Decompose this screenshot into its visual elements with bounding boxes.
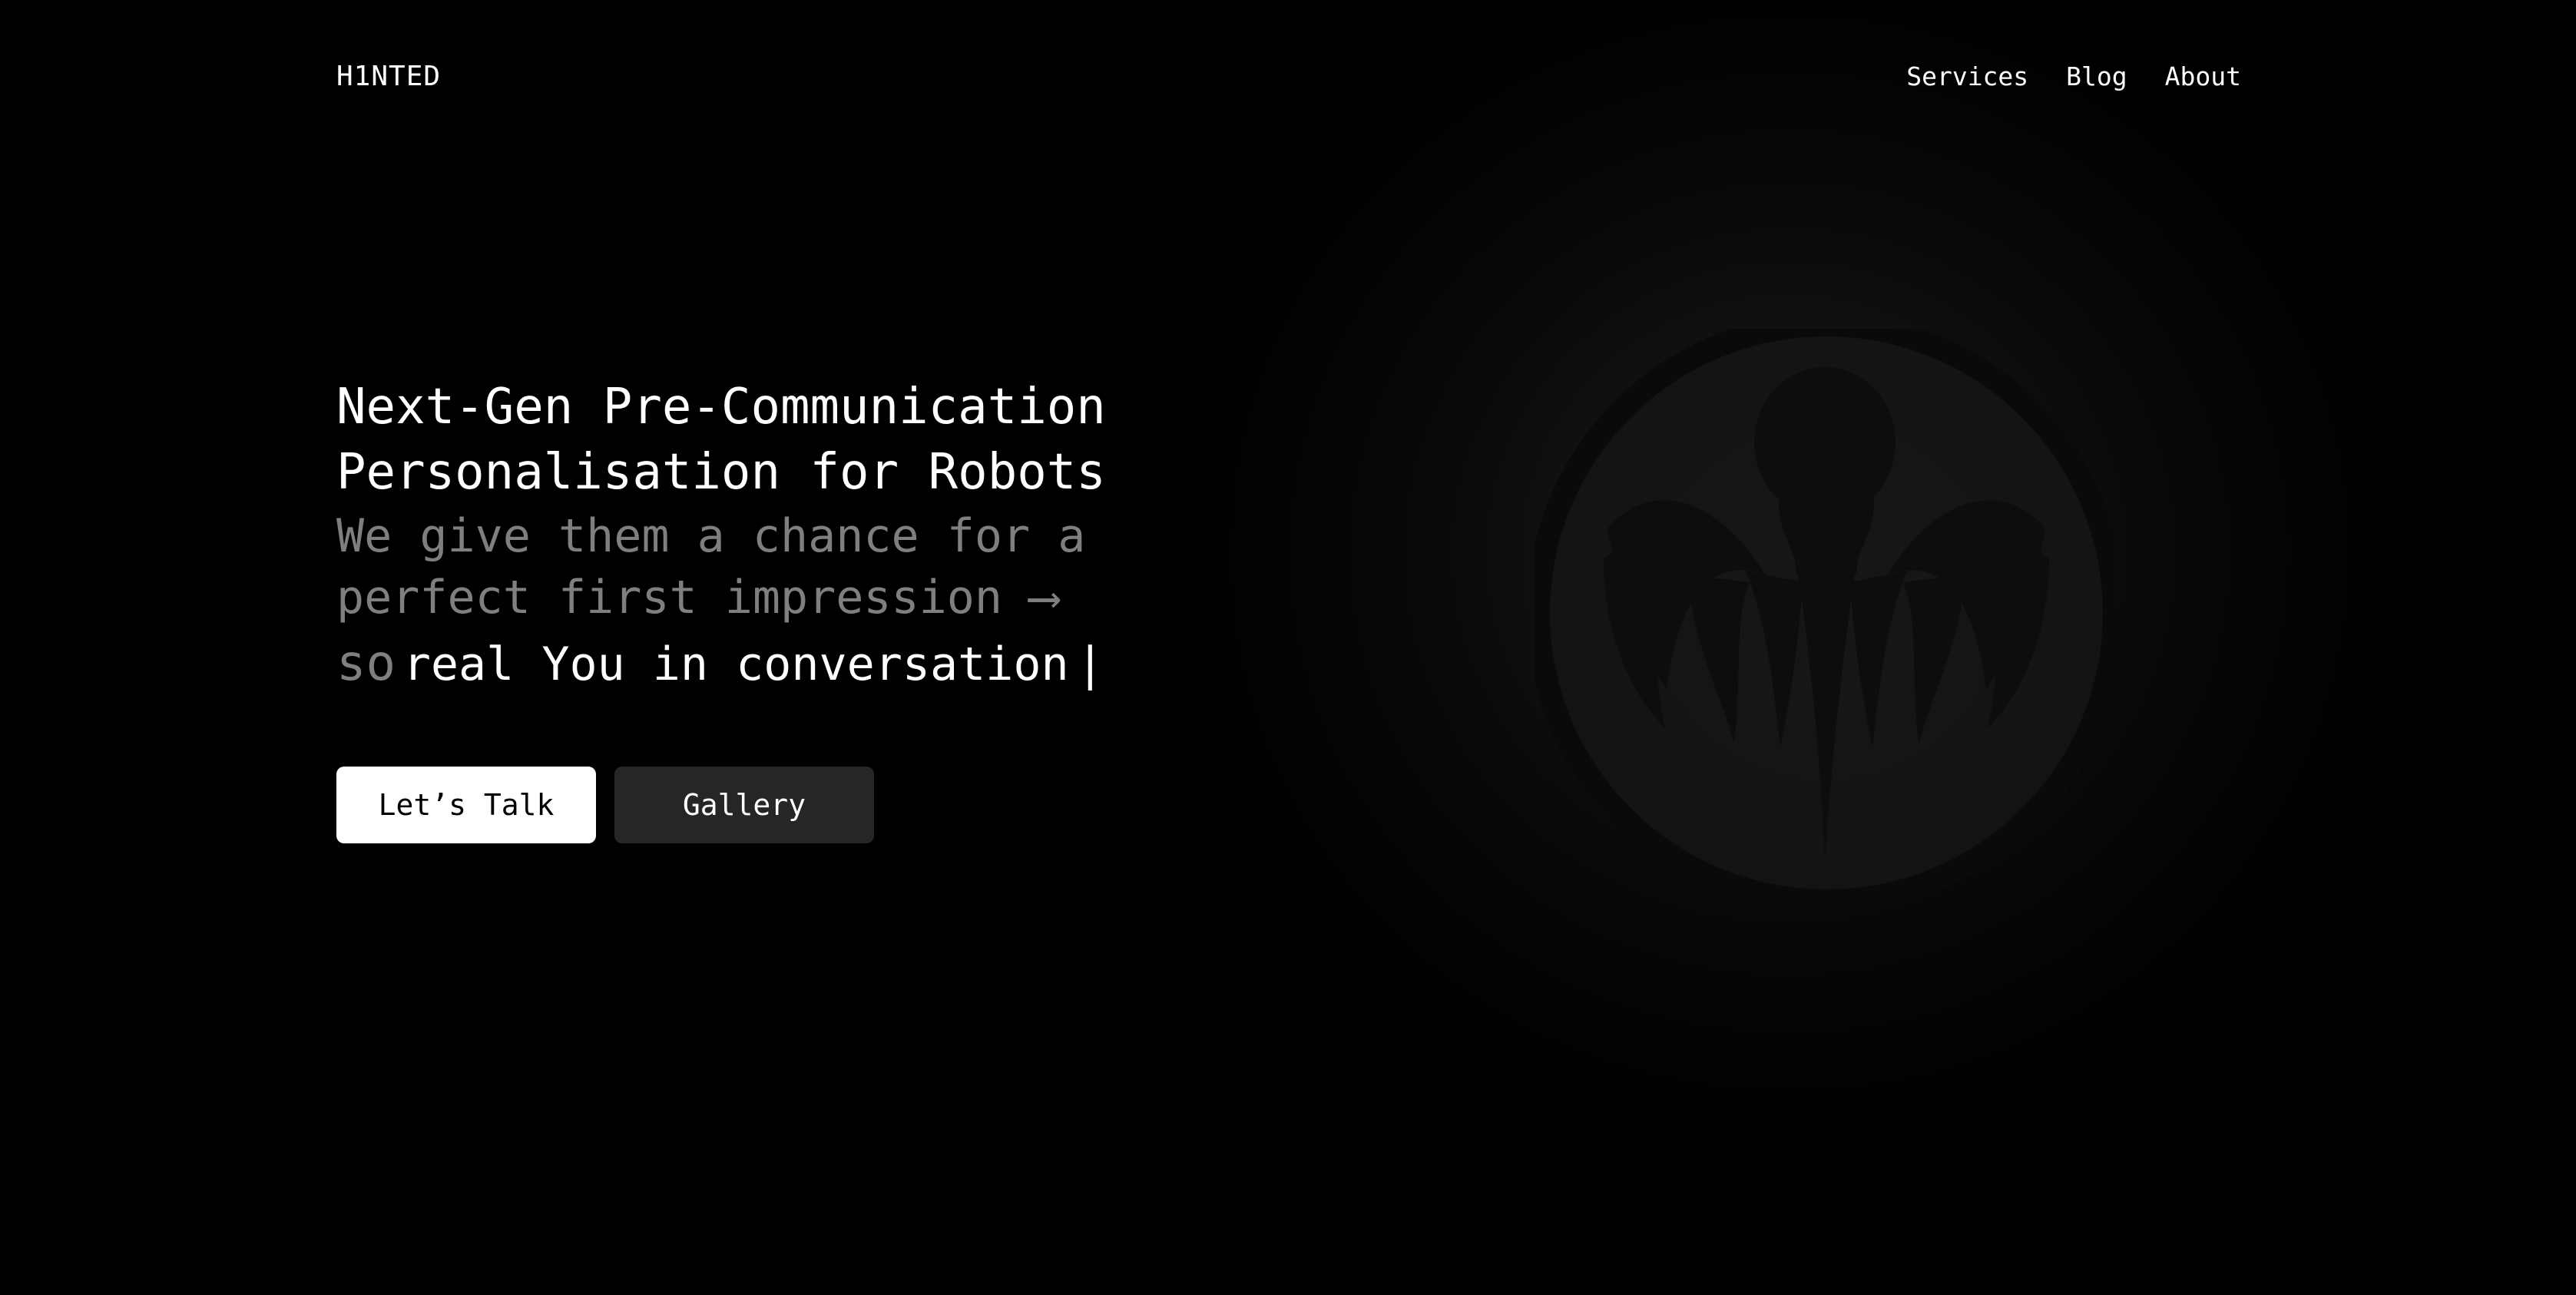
nav-item-about[interactable]: About bbox=[2165, 60, 2241, 94]
typing-cursor: | bbox=[1076, 638, 1104, 691]
gallery-button[interactable]: Gallery bbox=[614, 767, 874, 843]
lets-talk-button[interactable]: Let’s Talk bbox=[336, 767, 596, 843]
hero-headline-line1: Next-Gen Pre-Communication bbox=[336, 379, 1106, 436]
main-nav: Services Blog About bbox=[1906, 60, 2241, 94]
hero-subtitle-line2: perfect first impression ⟶ bbox=[336, 571, 1058, 624]
hero-section: Next-Gen Pre-Communication Personalisati… bbox=[336, 375, 1258, 711]
typed-text: real You in conversation bbox=[402, 638, 1069, 691]
hero-actions: Let’s Talk Gallery bbox=[336, 767, 874, 843]
hero-headline: Next-Gen Pre-Communication Personalisati… bbox=[336, 375, 1258, 505]
hero-subtitle-line1: We give them a chance for a bbox=[336, 509, 1086, 563]
hero-headline-line2: Personalisation for Robots bbox=[336, 444, 1106, 501]
typed-line: so real You in conversation | bbox=[336, 628, 1258, 711]
brand-logo[interactable]: H1NTED bbox=[336, 60, 441, 94]
nav-item-services[interactable]: Services bbox=[1906, 60, 2028, 94]
octopus-emblem-icon bbox=[1535, 329, 2118, 897]
nav-item-blog[interactable]: Blog bbox=[2066, 60, 2127, 94]
typed-prefix: so bbox=[336, 635, 396, 692]
hero-subtitle: We give them a chance for a perfect firs… bbox=[336, 505, 1258, 628]
